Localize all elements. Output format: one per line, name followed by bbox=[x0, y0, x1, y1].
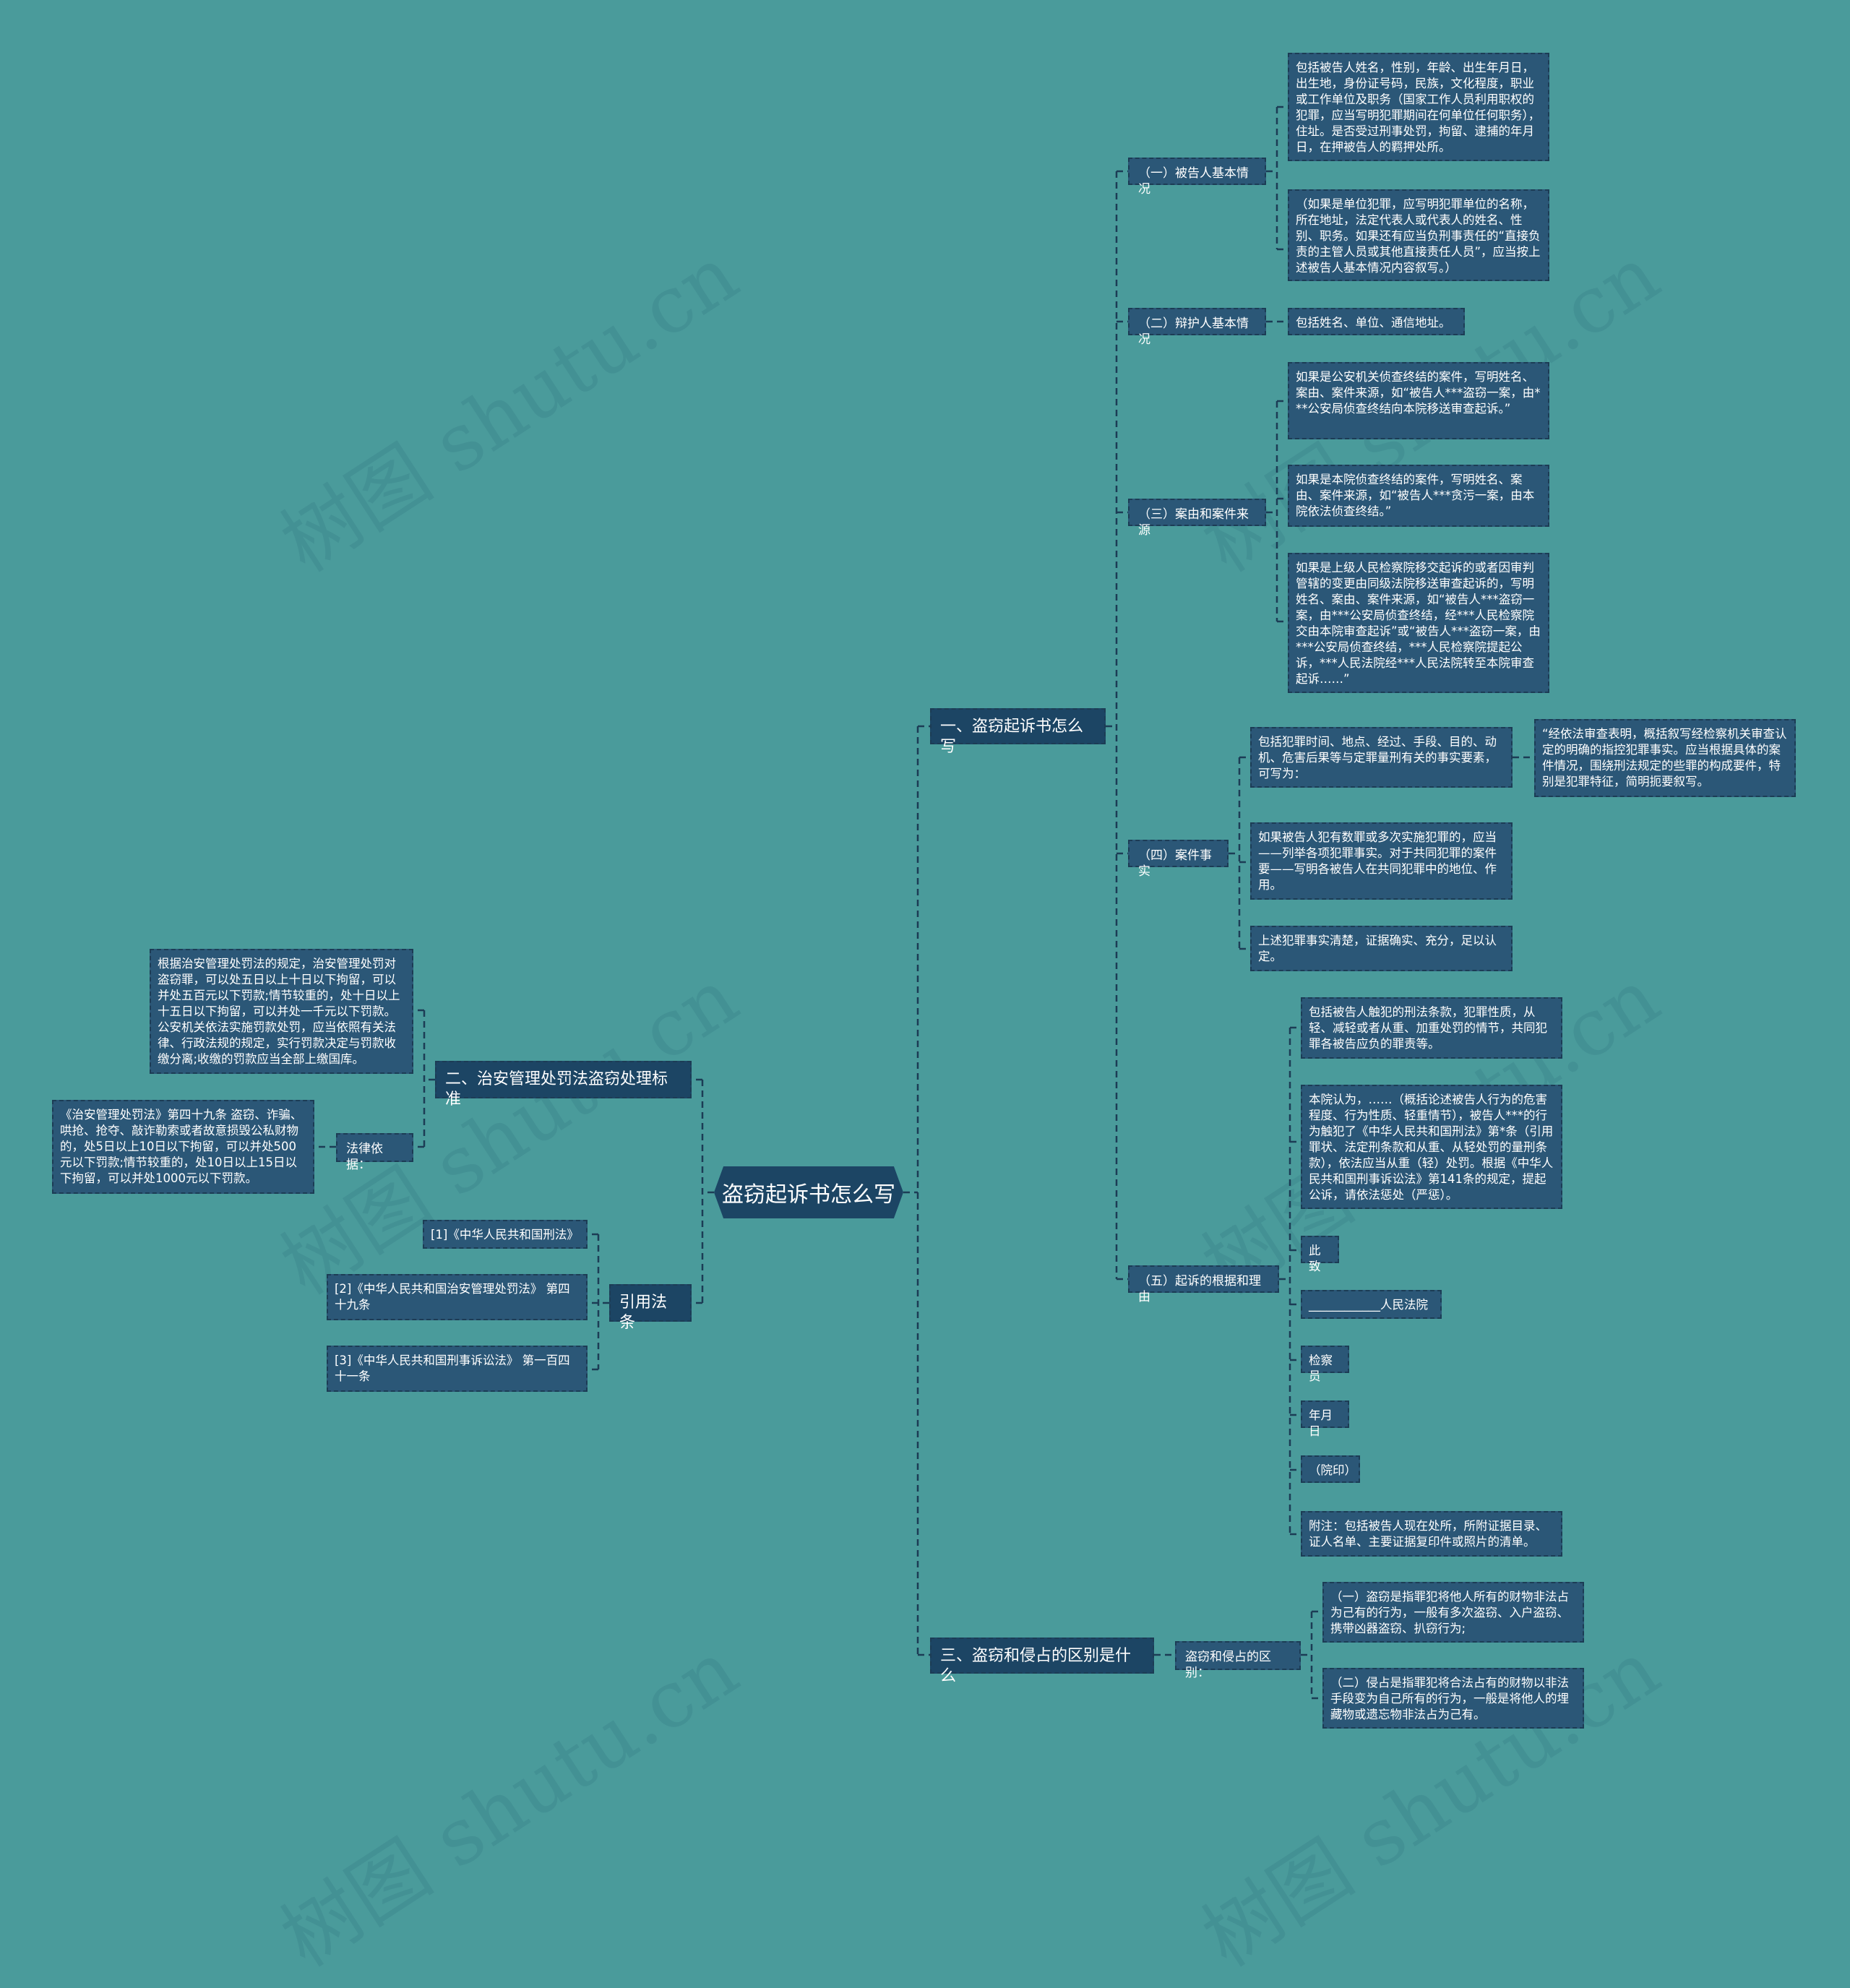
text-to: 此致 bbox=[1301, 1236, 1339, 1273]
connector bbox=[1106, 171, 1118, 1279]
connector-lines bbox=[314, 106, 1534, 1700]
citation-security-penalty-law[interactable]: [2]《中华人民共和国治安管理处罚法》 第四十九条 bbox=[327, 1274, 588, 1320]
branch-public-security-penalty[interactable]: 二、治安管理处罚法盗窃处理标准 bbox=[435, 1061, 692, 1109]
text-prosecutor: 检察员 bbox=[1301, 1346, 1349, 1383]
section-defender-info[interactable]: （二）辩护人基本情况 bbox=[1128, 308, 1266, 347]
branch-theft-vs-embezzlement[interactable]: 三、盗窃和侵占的区别是什么 bbox=[930, 1638, 1154, 1685]
text-embezzlement-definition: （二）侵占是指罪犯将合法占有的财物以非法手段变为自己所有的行为，一般是将他人的埋… bbox=[1322, 1668, 1584, 1729]
connector bbox=[413, 1009, 435, 1148]
section-prosecution-basis[interactable]: （五）起诉的根据和理由 bbox=[1128, 1265, 1279, 1304]
connector bbox=[1117, 170, 1128, 1281]
citation-criminal-law[interactable]: [1]《中华人民共和国刑法》 bbox=[423, 1220, 588, 1249]
text-prosecution-opinion: 本院认为，……（概括论述被告人行为的危害程度、行为性质、轻重情节），被告人***… bbox=[1301, 1085, 1562, 1209]
text-case-facts-multiple: 如果被告人犯有数罪或多次实施犯罪的，应当——列举各项犯罪事实。对于共同犯罪的案件… bbox=[1250, 822, 1513, 900]
text-court-blank: ____________人民法院 bbox=[1301, 1290, 1442, 1319]
text-case-facts-conclusion: 上述犯罪事实清楚，证据确实、充分，足以认定。 bbox=[1250, 926, 1513, 971]
connector bbox=[588, 1233, 609, 1371]
text-case-facts-elements: 包括犯罪时间、地点、经过、手段、目的、动机、危害后果等与定罪量刑有关的事实要素，… bbox=[1250, 727, 1513, 788]
section-theft-vs-embezzlement-diff[interactable]: 盗窃和侵占的区别： bbox=[1175, 1641, 1301, 1680]
section-case-source[interactable]: （三）案由和案件来源 bbox=[1128, 499, 1266, 538]
text-date: 年月日 bbox=[1301, 1400, 1349, 1438]
connector bbox=[1229, 756, 1250, 950]
text-defendant-info-detail: 包括被告人姓名，性别，年龄、出生年月日，出生地，身份证号码，民族，文化程度，职业… bbox=[1288, 53, 1549, 161]
connector bbox=[1266, 400, 1288, 623]
section-defendant-info[interactable]: （一）被告人基本情况 bbox=[1128, 158, 1266, 197]
section-case-facts[interactable]: （四）案件事实 bbox=[1128, 840, 1229, 879]
connector bbox=[692, 1078, 714, 1304]
text-case-source-superior: 如果是上级人民检察院移交起诉的或者因审判管辖的变更由同级法院移送审查起诉的，写明… bbox=[1288, 553, 1549, 693]
text-penalty-standard: 根据治安管理处罚法的规定，治安管理处罚对盗窃罪，可以处五日以上十日以下拘留，可以… bbox=[150, 949, 413, 1074]
connector bbox=[1290, 1026, 1301, 1536]
text-case-source-self: 如果是本院侦查终结的案件，写明姓名、案由、案件来源，如“被告人***贪污一案，由… bbox=[1288, 465, 1549, 527]
text-case-facts-template: “经依法审查表明，概括叙写经检察机关审查认定的明确的指控犯罪事实。应当根据具体的… bbox=[1534, 719, 1796, 797]
branch-how-to-write[interactable]: 一、盗窃起诉书怎么写 bbox=[930, 708, 1106, 756]
text-theft-definition: （一）盗窃是指罪犯将他人所有的财物非法占为己有的行为，一般有多次盗窃、入户盗窃、… bbox=[1322, 1582, 1584, 1643]
connector bbox=[903, 725, 930, 1656]
text-article-49: 《治安管理处罚法》第四十九条 盗窃、诈骗、哄抢、抢夺、敲诈勒索或者故意损毁公私财… bbox=[52, 1100, 314, 1194]
connector bbox=[1279, 1028, 1291, 1534]
branch-cited-laws[interactable]: 引用法条 bbox=[609, 1284, 692, 1332]
text-case-source-police: 如果是公安机关侦查终结的案件，写明姓名、案由、案件来源，如“被告人***盗窃一案… bbox=[1288, 362, 1549, 439]
text-seal: （院印） bbox=[1301, 1455, 1360, 1483]
root-node[interactable]: 盗窃起诉书怎么写 bbox=[714, 1166, 903, 1218]
text-appendix-note: 附注：包括被告人现在处所，所附证据目录、证人名单、主要证据复印件或照片的清单。 bbox=[1301, 1511, 1562, 1557]
text-unit-crime-detail: （如果是单位犯罪，应写明犯罪单位的名称，所在地址，法定代表人或代表人的姓名、性别… bbox=[1288, 189, 1549, 281]
section-legal-basis[interactable]: 法律依据： bbox=[336, 1133, 413, 1172]
connector bbox=[1266, 106, 1288, 251]
citation-criminal-procedure-law[interactable]: [3]《中华人民共和国刑事诉讼法》 第一百四十一条 bbox=[327, 1346, 588, 1392]
text-defender-info-detail: 包括姓名、单位、通信地址。 bbox=[1288, 308, 1465, 335]
text-prosecution-clauses: 包括被告人触犯的刑法条款，犯罪性质，从轻、减轻或者从重、加重处罚的情节，共同犯罪… bbox=[1301, 997, 1562, 1059]
